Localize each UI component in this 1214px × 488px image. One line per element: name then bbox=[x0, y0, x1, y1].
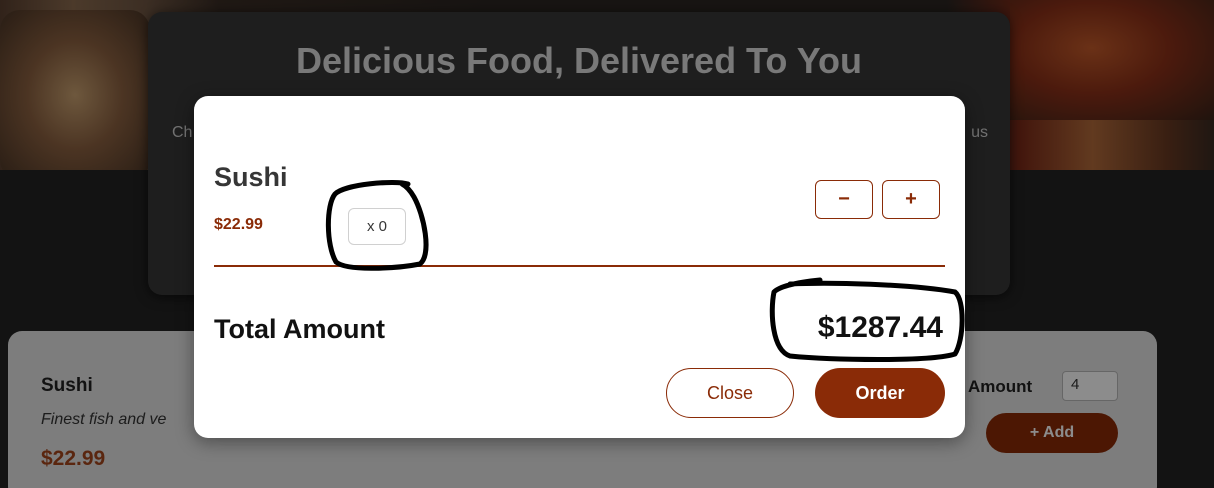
increase-quantity-button[interactable]: + bbox=[882, 180, 940, 219]
close-button[interactable]: Close bbox=[666, 368, 794, 418]
cart-divider bbox=[214, 265, 945, 267]
decrease-quantity-button[interactable]: − bbox=[815, 180, 873, 219]
total-amount-label: Total Amount bbox=[214, 314, 385, 344]
cart-item-price: $22.99 bbox=[214, 216, 263, 233]
cart-item-quantity-badge: x 0 bbox=[348, 208, 406, 245]
cart-modal: Sushi $22.99 x 0 − + Total Amount $1287.… bbox=[194, 96, 965, 438]
order-button[interactable]: Order bbox=[815, 368, 945, 418]
cart-item-name: Sushi bbox=[214, 162, 288, 192]
total-amount-value: $1287.44 bbox=[817, 311, 943, 344]
